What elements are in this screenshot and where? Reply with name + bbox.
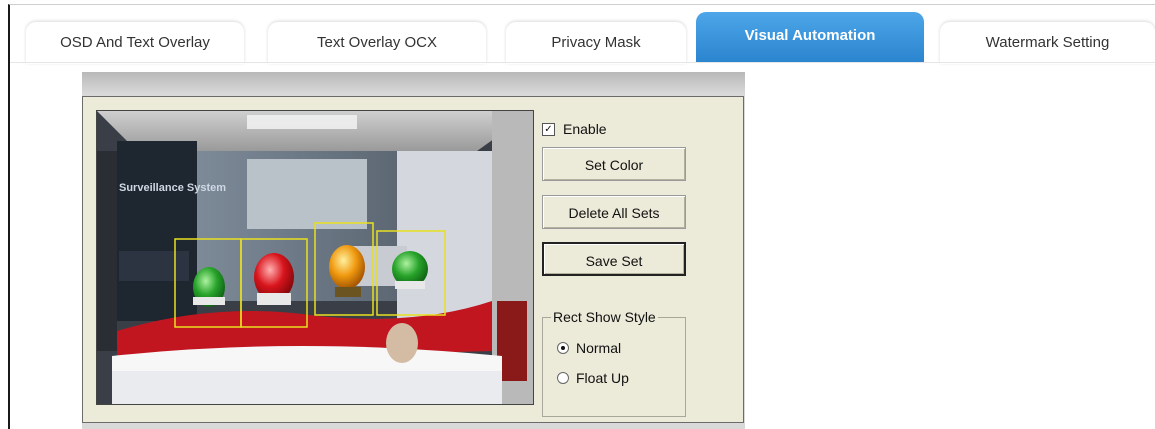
visual-automation-panel: Surveillance System ✓ Enable Set Color D… — [82, 96, 744, 423]
float-up-radio[interactable] — [557, 372, 569, 384]
float-up-option[interactable]: Float Up — [557, 370, 629, 386]
tab-divider — [10, 62, 1155, 63]
tab-text-overlay-ocx[interactable]: Text Overlay OCX — [268, 22, 486, 64]
normal-radio[interactable] — [557, 342, 569, 354]
normal-option[interactable]: Normal — [557, 340, 621, 356]
float-up-label: Float Up — [576, 370, 629, 386]
set-color-button[interactable]: Set Color — [542, 147, 686, 181]
normal-label: Normal — [576, 340, 622, 356]
enable-row[interactable]: ✓ Enable — [542, 121, 607, 137]
tab-watermark-setting[interactable]: Watermark Setting — [940, 22, 1155, 64]
beacon-light-green-2 — [392, 251, 428, 289]
camera-scene: Surveillance System — [97, 111, 533, 404]
camera-preview[interactable]: Surveillance System — [96, 110, 534, 405]
controls-column: ✓ Enable Set Color Delete All Sets Save … — [542, 117, 692, 417]
poster-text: Surveillance System — [119, 182, 226, 194]
rect-show-style-group: Rect Show Style Normal Float Up — [542, 309, 686, 417]
tab-osd-text-overlay[interactable]: OSD And Text Overlay — [26, 22, 244, 64]
beacon-light-green-1 — [193, 267, 225, 307]
rect-show-style-title: Rect Show Style — [551, 309, 658, 325]
tab-visual-automation[interactable]: Visual Automation — [696, 12, 924, 62]
enable-checkbox[interactable]: ✓ — [542, 122, 555, 136]
tab-privacy-mask[interactable]: Privacy Mask — [506, 22, 686, 64]
save-set-button[interactable]: Save Set — [542, 242, 686, 276]
tab-bar: OSD And Text Overlay Text Overlay OCX Pr… — [10, 12, 1155, 64]
delete-all-sets-button[interactable]: Delete All Sets — [542, 195, 686, 229]
enable-label: Enable — [563, 121, 607, 137]
beacon-light-red — [254, 253, 294, 305]
